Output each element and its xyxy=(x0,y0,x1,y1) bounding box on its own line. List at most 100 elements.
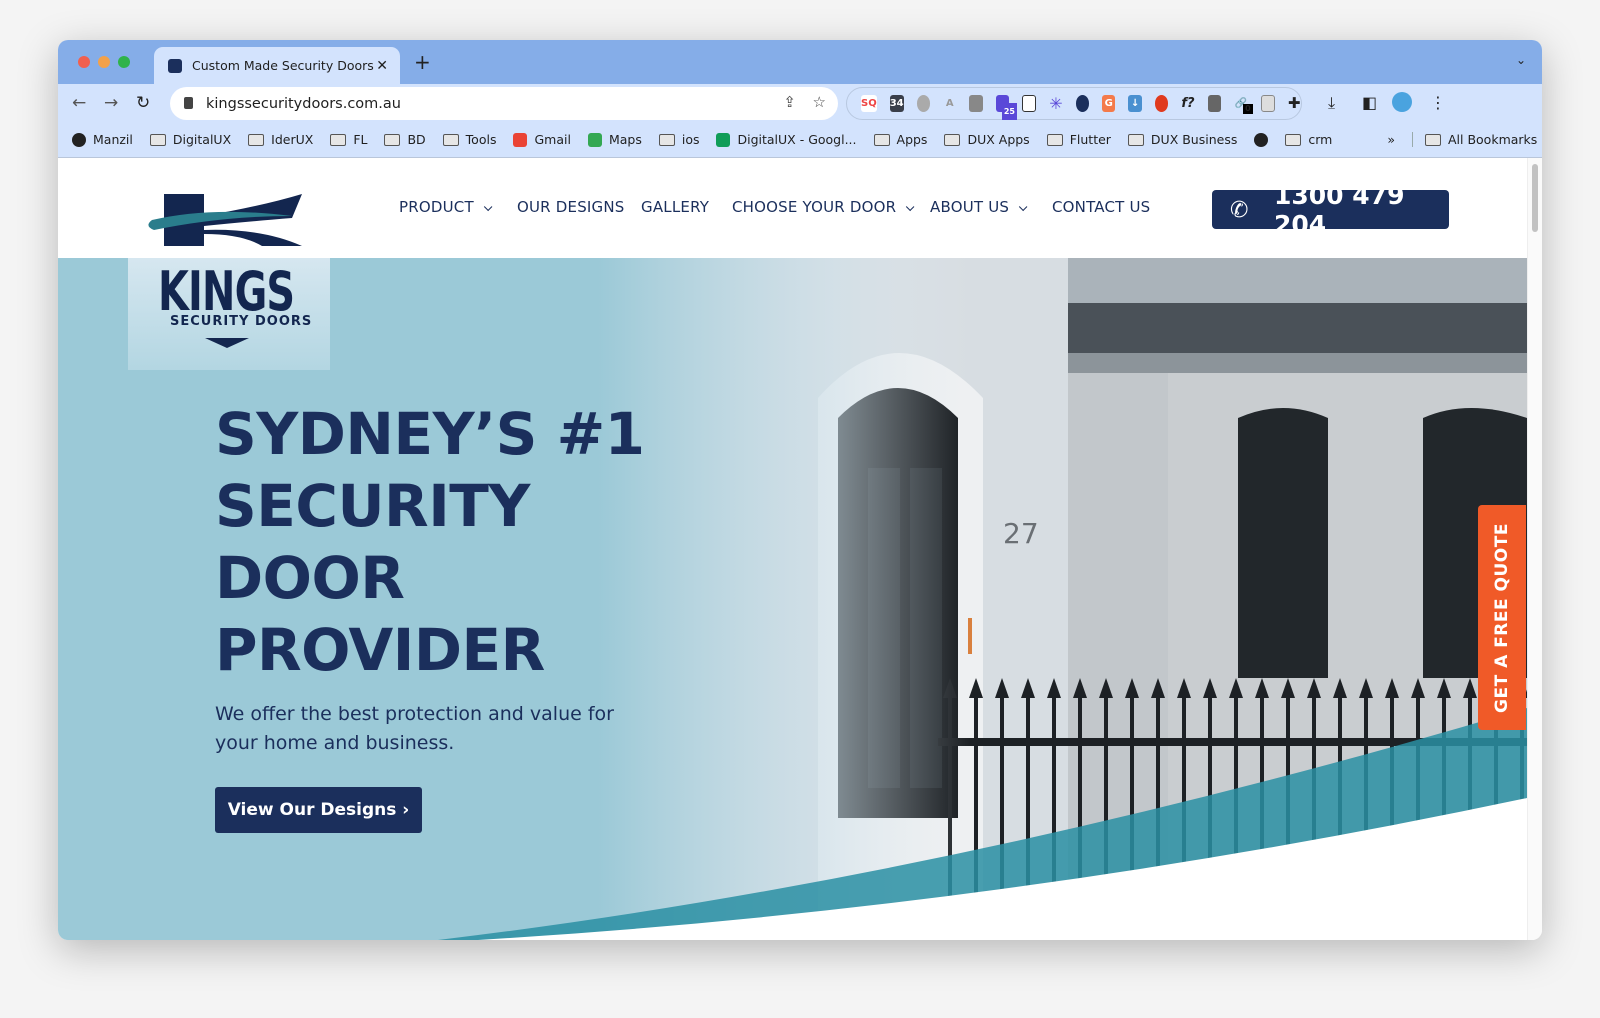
bookmark-item[interactable]: DigitalUX - Googl... xyxy=(716,132,857,147)
bookmark-item[interactable]: ios xyxy=(658,132,700,147)
maximize-window-button[interactable] xyxy=(118,56,130,68)
extension-font-icon[interactable]: f? xyxy=(1181,95,1194,112)
toolbar: ← → ↻ kingssecuritydoors.com.au ⇪ ☆ SQ 3… xyxy=(58,84,1542,122)
nav-label: GALLERY xyxy=(641,198,710,216)
forward-button[interactable]: → xyxy=(104,93,118,113)
browser-tab[interactable]: Custom Made Security Doors ✕ xyxy=(154,47,400,84)
folder-icon xyxy=(873,133,890,146)
bookmark-label: FL xyxy=(353,132,368,147)
site-logo[interactable]: KINGS SECURITY DOORS xyxy=(122,186,330,371)
hero-subtitle: We offer the best protection and value f… xyxy=(215,703,614,754)
bookmark-label: Tools xyxy=(465,132,497,147)
webpage: PRODUCT OUR DESIGNS GALLERY CHOOSE YOUR … xyxy=(58,158,1527,940)
extension-s-icon[interactable] xyxy=(1075,95,1090,112)
close-window-button[interactable] xyxy=(78,56,90,68)
bookmark-label: crm xyxy=(1308,132,1333,147)
bookmark-label: DUX Business xyxy=(1150,132,1238,147)
extension-g-icon[interactable]: G xyxy=(1102,95,1116,112)
sheets-icon xyxy=(716,132,731,147)
back-button[interactable]: ← xyxy=(72,93,86,113)
reload-button[interactable]: ↻ xyxy=(136,93,150,113)
nav-label: OUR DESIGNS xyxy=(517,198,625,216)
bookmark-label: All Bookmarks xyxy=(1447,132,1538,147)
tab-title: Custom Made Security Doors xyxy=(192,58,374,73)
chevron-down-icon xyxy=(906,202,915,212)
bookmark-label: DUX Apps xyxy=(967,132,1030,147)
page-scrollbar[interactable] xyxy=(1527,158,1542,940)
bookmark-item[interactable]: DUX Business xyxy=(1127,132,1238,147)
extension-link-icon[interactable]: 🔗 0 xyxy=(1234,95,1253,114)
extension-video-icon[interactable] xyxy=(1207,95,1222,112)
extension-calendar-icon[interactable]: 34 xyxy=(889,95,904,112)
bookmarks-bar: Manzil DigitalUX IderUX FL BD Tools Gmail Maps i… xyxy=(58,122,1542,158)
phone-button[interactable]: ✆ 1300 479 204 xyxy=(1212,181,1449,239)
extension-a-icon[interactable]: A xyxy=(943,95,956,112)
bookmark-item[interactable]: IderUX xyxy=(248,132,313,147)
scrollbar-thumb[interactable] xyxy=(1532,164,1538,232)
get-a-free-quote-tab[interactable]: GET A FREE QUOTE xyxy=(1478,505,1526,730)
extension-adblock-icon[interactable] xyxy=(1154,95,1169,112)
nav-product[interactable]: PRODUCT xyxy=(399,198,493,216)
bookmark-item[interactable]: Maps xyxy=(587,132,642,147)
nav-contact-us[interactable]: CONTACT US xyxy=(1052,198,1150,216)
bookmark-star-icon[interactable]: ☆ xyxy=(813,93,826,111)
bookmark-item[interactable]: Flutter xyxy=(1046,132,1111,147)
minimize-window-button[interactable] xyxy=(98,56,110,68)
browser-window: Custom Made Security Doors ✕ + ⌄ ← → ↻ k… xyxy=(58,40,1542,940)
nav-about-us[interactable]: ABOUT US xyxy=(930,198,1028,216)
chevron-right-icon: › xyxy=(402,800,410,820)
address-bar[interactable]: kingssecuritydoors.com.au ⇪ ☆ xyxy=(170,87,838,120)
bookmark-item[interactable]: BD xyxy=(384,132,426,147)
bookmark-item[interactable] xyxy=(1254,132,1269,147)
menu-kebab-icon[interactable]: ⋮ xyxy=(1430,93,1446,112)
bookmark-item[interactable]: crm xyxy=(1285,132,1332,147)
view-our-designs-button[interactable]: View Our Designs › xyxy=(215,787,422,833)
url-text[interactable]: kingssecuritydoors.com.au xyxy=(206,96,401,112)
nav-label: CONTACT US xyxy=(1052,198,1151,216)
nav-label: CHOOSE YOUR DOOR xyxy=(732,198,897,216)
profile-avatar[interactable] xyxy=(1392,92,1412,112)
extension-badge-count: 25 xyxy=(1001,103,1017,120)
folder-icon xyxy=(1285,133,1302,146)
tab-search-chevron-icon[interactable]: ⌄ xyxy=(1516,53,1526,67)
phone-number: 1300 479 204 xyxy=(1274,180,1405,239)
bookmark-item[interactable]: Gmail xyxy=(513,132,571,147)
quote-label: GET A FREE QUOTE xyxy=(1492,522,1513,713)
lock-icon xyxy=(184,97,193,109)
nav-choose-your-door[interactable]: CHOOSE YOUR DOOR xyxy=(732,198,915,216)
extensions-puzzle-icon[interactable]: ✚ xyxy=(1288,95,1301,112)
extension-globe-icon[interactable] xyxy=(916,95,931,112)
bookmark-item[interactable]: Tools xyxy=(442,132,497,147)
downloads-icon[interactable]: ⤓ xyxy=(1328,93,1335,113)
close-tab-icon[interactable]: ✕ xyxy=(376,58,388,74)
phone-icon: ✆ xyxy=(1230,198,1249,223)
extension-badge-icon[interactable]: 25 xyxy=(995,95,1017,120)
k-emblem-icon xyxy=(148,194,302,246)
bookmarks-overflow-button[interactable]: » xyxy=(1387,132,1395,147)
folder-icon xyxy=(442,133,459,146)
bookmark-label: IderUX xyxy=(271,132,314,147)
bookmark-item[interactable]: FL xyxy=(330,132,367,147)
bookmark-item[interactable]: Manzil xyxy=(72,132,133,147)
nav-gallery[interactable]: GALLERY xyxy=(641,198,709,216)
bookmark-label: DigitalUX - Googl... xyxy=(737,132,857,147)
bookmark-item[interactable]: DUX Apps xyxy=(944,132,1030,147)
extension-window-icon[interactable] xyxy=(1260,95,1275,112)
extension-sq-icon[interactable]: SQ xyxy=(861,95,877,112)
side-panel-icon[interactable]: ◧ xyxy=(1362,93,1377,112)
all-bookmarks-button[interactable]: All Bookmarks xyxy=(1411,132,1538,147)
extension-download-icon[interactable]: ↓ xyxy=(1128,95,1142,112)
tab-bar: Custom Made Security Doors ✕ + ⌄ xyxy=(58,40,1542,84)
bookmark-label: BD xyxy=(407,132,426,147)
extension-note-icon[interactable] xyxy=(1022,95,1037,112)
bookmark-item[interactable]: Apps xyxy=(873,132,927,147)
nav-our-designs[interactable]: OUR DESIGNS xyxy=(517,198,625,216)
folder-icon xyxy=(1424,133,1441,146)
bookmark-item[interactable]: DigitalUX xyxy=(149,132,231,147)
extension-camera-icon[interactable] xyxy=(969,95,983,112)
extension-snowflake-icon[interactable]: ✳ xyxy=(1049,95,1062,112)
new-tab-button[interactable]: + xyxy=(414,50,431,74)
share-icon[interactable]: ⇪ xyxy=(783,93,796,111)
bookmark-label: ios xyxy=(681,132,700,147)
bookmark-label: Flutter xyxy=(1069,132,1111,147)
